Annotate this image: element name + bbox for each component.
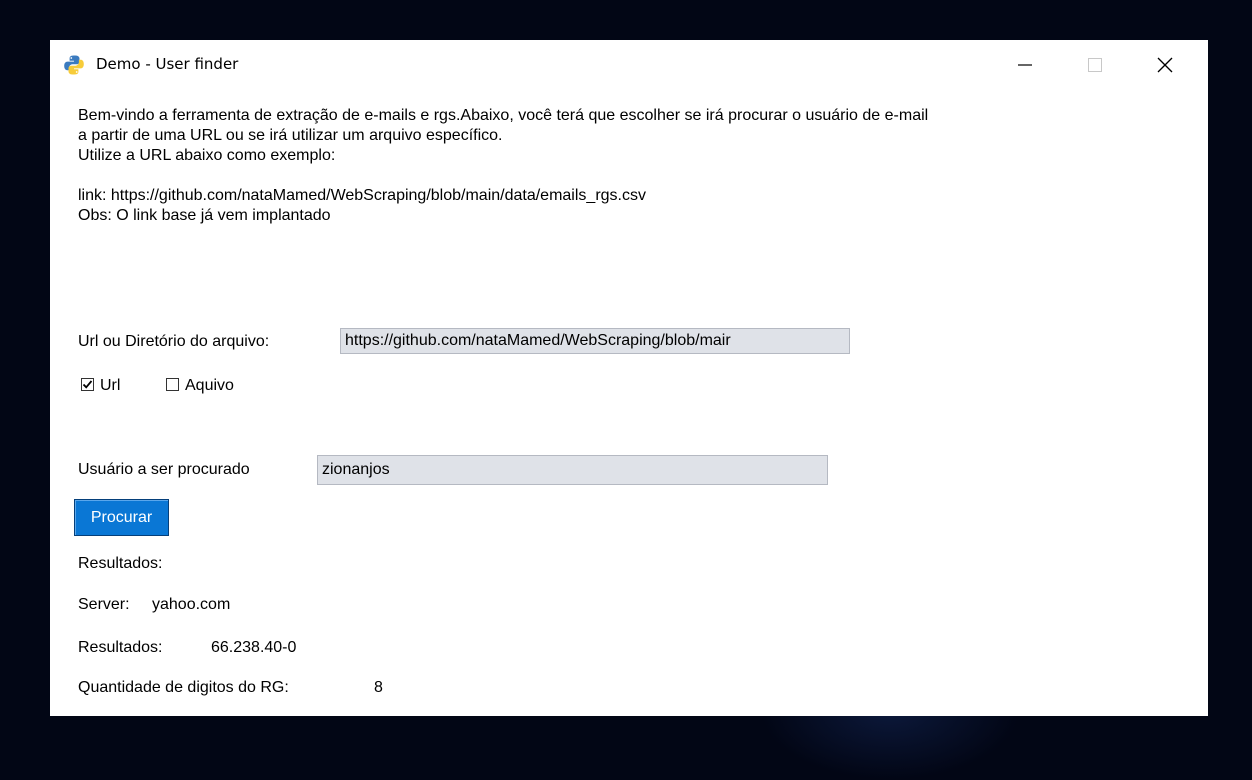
source-input[interactable] bbox=[340, 328, 850, 354]
maximize-button[interactable] bbox=[1072, 40, 1118, 90]
url-option-label: Url bbox=[100, 377, 121, 394]
python-logo-icon bbox=[64, 55, 84, 75]
title-bar[interactable]: Demo - User finder bbox=[50, 40, 1208, 90]
minimize-button[interactable] bbox=[1002, 40, 1048, 90]
minimize-icon bbox=[1018, 64, 1032, 66]
maximize-icon bbox=[1088, 58, 1102, 72]
search-button[interactable]: Procurar bbox=[74, 499, 169, 536]
intro-text: Bem-vindo a ferramenta de extração de e-… bbox=[78, 107, 929, 224]
source-label: Url ou Diretório do arquivo: bbox=[78, 333, 270, 350]
server-value: yahoo.com bbox=[152, 596, 231, 613]
close-icon bbox=[1157, 57, 1173, 73]
app-window: Demo - User finder Bem-vindo a ferrament… bbox=[50, 40, 1208, 716]
checkbox-checked-icon[interactable] bbox=[81, 378, 94, 391]
checkbox-unchecked-icon[interactable] bbox=[166, 378, 179, 391]
results-heading: Resultados: bbox=[78, 555, 163, 572]
url-option[interactable]: Url bbox=[81, 377, 161, 394]
result-label: Resultados: bbox=[78, 639, 163, 656]
file-option[interactable]: Aquivo bbox=[166, 377, 266, 394]
file-option-label: Aquivo bbox=[185, 377, 234, 394]
rg-count-value: 8 bbox=[374, 679, 383, 696]
user-input[interactable] bbox=[317, 455, 828, 485]
user-label: Usuário a ser procurado bbox=[78, 461, 250, 478]
window-title: Demo - User finder bbox=[96, 55, 239, 73]
result-value: 66.238.40-0 bbox=[211, 639, 297, 656]
rg-count-label: Quantidade de digitos do RG: bbox=[78, 679, 289, 696]
close-button[interactable] bbox=[1142, 40, 1188, 90]
server-label: Server: bbox=[78, 596, 130, 613]
